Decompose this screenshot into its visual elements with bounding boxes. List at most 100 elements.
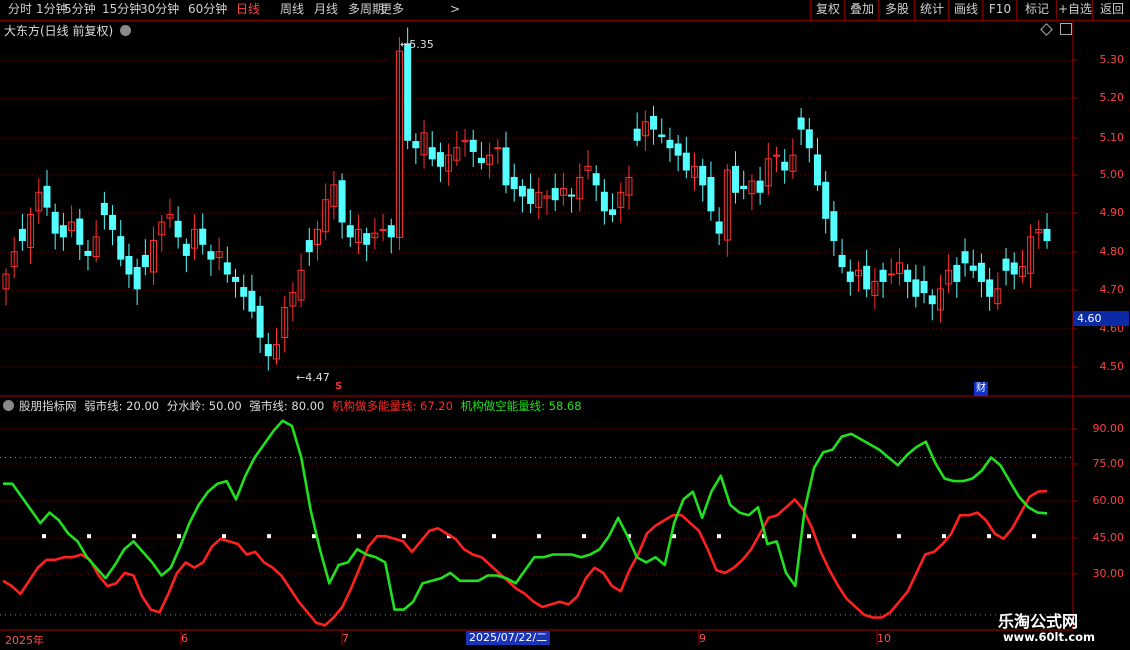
toolbar-button[interactable]: 返回 [1092, 0, 1130, 19]
period-tab[interactable]: 日线 [236, 0, 260, 19]
chevron-down-icon[interactable] [3, 400, 14, 411]
toolbar-button[interactable]: 画线 [948, 0, 983, 19]
candle-body [338, 180, 346, 223]
current-price-badge: 4.60 [1073, 311, 1129, 326]
y-tick-label: 45.00 [1092, 531, 1125, 544]
candle-body [732, 165, 740, 193]
period-tab[interactable]: 分时 [8, 0, 32, 19]
period-tab[interactable]: 30分钟 [140, 0, 179, 19]
more-chevron-icon[interactable]: > [450, 0, 460, 19]
waterline-marker [852, 534, 856, 539]
candle-body [551, 188, 559, 201]
waterline-marker [357, 534, 361, 539]
candle-body [510, 176, 518, 190]
y-tick-label: 5.20 [1099, 91, 1125, 104]
bear-energy-value: 机构做空能量线: 58.68 [460, 399, 582, 413]
candle-body [658, 134, 666, 138]
candle-body [100, 202, 108, 216]
candle-body [240, 287, 248, 297]
candle-body [568, 194, 576, 197]
period-tab[interactable]: 1分钟 [36, 0, 68, 19]
candle-body [797, 117, 805, 130]
chevron-down-icon[interactable] [120, 25, 132, 36]
candle-body [822, 181, 830, 219]
weak-line-value: 弱市线: 20.00 [84, 399, 160, 413]
candle-body [76, 218, 84, 245]
toolbar-button[interactable]: 统计 [914, 0, 949, 19]
indicator-series-line [3, 419, 1048, 611]
candle-body [477, 157, 485, 164]
candle-body [650, 115, 658, 130]
period-tab[interactable]: 月线 [314, 0, 338, 19]
period-tab[interactable]: 5分钟 [64, 0, 96, 19]
candle-body [518, 185, 526, 197]
candle-body [436, 152, 444, 167]
period-tab[interactable]: 15分钟 [102, 0, 141, 19]
toolbar-button[interactable]: 复权 [810, 0, 845, 19]
date-cursor-label: 2025/07/22/二 [466, 631, 551, 645]
indicator-lines [0, 419, 1073, 627]
candle-body [387, 225, 395, 238]
y-tick-label: 75.00 [1092, 457, 1125, 470]
low-price-label: ←4.47 [296, 371, 330, 384]
period-tab[interactable]: 周线 [280, 0, 304, 19]
financial-report-marker[interactable]: 财 [974, 382, 988, 396]
period-tab[interactable]: 更多 [380, 0, 404, 19]
period-tab[interactable]: 60分钟 [188, 0, 227, 19]
candle-body [404, 43, 412, 141]
candle-body [412, 141, 420, 149]
x-tick-label: 2025年 [5, 634, 44, 647]
toolbar-button[interactable]: 叠加 [844, 0, 879, 19]
y-tick-label: 60.00 [1092, 494, 1125, 507]
candle-body [912, 279, 920, 297]
candle-body [986, 279, 994, 297]
candle-body [904, 269, 912, 282]
indicator-name: 股朋指标网 [19, 399, 77, 413]
chart-canvas[interactable] [0, 0, 1130, 650]
candle-body [756, 180, 764, 193]
waterline-marker [1032, 534, 1036, 539]
period-tab[interactable]: 多周期 [348, 0, 384, 19]
candle-body [174, 220, 182, 238]
candle-body [740, 185, 748, 190]
candle-body [527, 188, 535, 204]
y-tick-label: 5.10 [1099, 131, 1125, 144]
candle-body [699, 165, 707, 186]
candle-body [592, 173, 600, 186]
candle-body [363, 233, 371, 245]
candle-body [887, 273, 895, 276]
y-tick-label: 5.00 [1099, 168, 1125, 181]
bull-energy-value: 机构做多能量线: 67.20 [331, 399, 453, 413]
y-tick-label: 4.90 [1099, 206, 1125, 219]
toolbar-button[interactable]: F10 [982, 0, 1017, 19]
candle-body [600, 191, 608, 212]
y-tick-label: 4.50 [1099, 360, 1125, 373]
indicator-series-line [2, 489, 1048, 627]
candle-body [633, 128, 641, 141]
candle-body [1010, 262, 1018, 275]
toolbar-button[interactable]: 多股 [878, 0, 915, 19]
candle-body [109, 214, 117, 230]
window-toggle-icon[interactable] [1060, 23, 1072, 35]
candle-body [977, 262, 985, 282]
candle-body [133, 266, 141, 290]
candle-body [502, 147, 510, 186]
waterline-marker [42, 534, 46, 539]
toolbar-button[interactable]: +自选 [1056, 0, 1093, 19]
y-tick-label: 4.70 [1099, 283, 1125, 296]
candle-body [969, 265, 977, 271]
candle-body [51, 211, 59, 234]
candle-body [781, 161, 789, 171]
candle-body [18, 228, 26, 242]
waterline-marker [177, 534, 181, 539]
watermark-url: www.60lt.com [1003, 630, 1096, 644]
waterline-marker [267, 534, 271, 539]
candle-body [223, 262, 231, 275]
candle-body [141, 254, 149, 268]
candle-body [1043, 228, 1051, 242]
candle-body [264, 344, 272, 357]
toolbar-button[interactable]: 标记 [1016, 0, 1057, 19]
candle-body [813, 154, 821, 186]
candlestick-series [2, 27, 1051, 371]
candle-body [182, 243, 190, 256]
